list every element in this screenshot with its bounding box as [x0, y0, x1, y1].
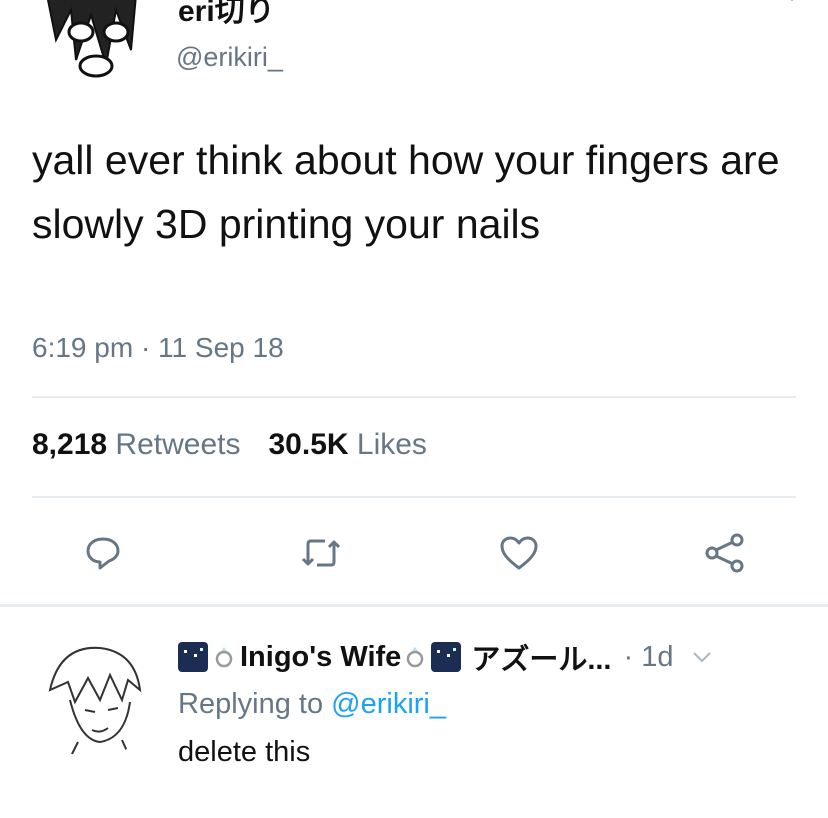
share-button[interactable] — [700, 528, 750, 578]
heart-icon — [500, 536, 538, 570]
tweet-stats: 8,218 Retweets 30.5K Likes — [32, 428, 427, 462]
divider — [32, 396, 796, 398]
reply-text: delete this — [178, 736, 311, 768]
share-icon — [705, 533, 744, 573]
reply-author-avatar[interactable] — [30, 630, 158, 758]
replying-to-label: Replying to — [178, 688, 324, 720]
retweet-button[interactable] — [296, 528, 346, 578]
replying-to-handle[interactable]: @erikiri_ — [331, 688, 446, 720]
tweet-timestamp[interactable]: 6:19 pm · 11 Sep 18 — [32, 332, 284, 364]
ring-emoji-icon — [215, 647, 233, 668]
reply-author-name-suffix[interactable]: アズール... — [471, 636, 611, 678]
likes-label: Likes — [356, 428, 427, 461]
reply-author-name[interactable]: Inigo's Wife — [240, 641, 401, 674]
likes-stat[interactable]: 30.5K Likes — [268, 428, 426, 461]
reply-icon — [86, 537, 120, 570]
chevron-down-icon[interactable] — [691, 650, 713, 664]
author-avatar[interactable] — [36, 0, 154, 88]
likes-count: 30.5K — [268, 428, 349, 461]
divider — [32, 496, 796, 498]
author-display-name[interactable]: eri切り — [178, 0, 275, 30]
retweets-label: Retweets — [115, 428, 241, 461]
tweet-text: yall ever think about how your fingers a… — [32, 137, 780, 247]
replying-to: Replying to @erikiri_ — [178, 688, 446, 721]
chevron-down-icon[interactable] — [782, 0, 802, 4]
retweets-count: 8,218 — [32, 428, 108, 461]
night-sky-emoji-icon — [178, 642, 208, 672]
divider — [0, 604, 828, 607]
like-button[interactable] — [494, 528, 544, 578]
author-handle[interactable]: @erikiri_ — [176, 42, 283, 73]
night-sky-emoji-icon — [431, 642, 462, 672]
retweet-icon — [301, 539, 341, 567]
retweets-stat[interactable]: 8,218 Retweets — [32, 428, 240, 461]
reply-time[interactable]: · 1d — [623, 641, 673, 674]
reply-button[interactable] — [78, 528, 128, 578]
ring-emoji-icon — [407, 647, 424, 668]
reply-header: Inigo's Wife アズール... · 1d — [178, 636, 713, 678]
